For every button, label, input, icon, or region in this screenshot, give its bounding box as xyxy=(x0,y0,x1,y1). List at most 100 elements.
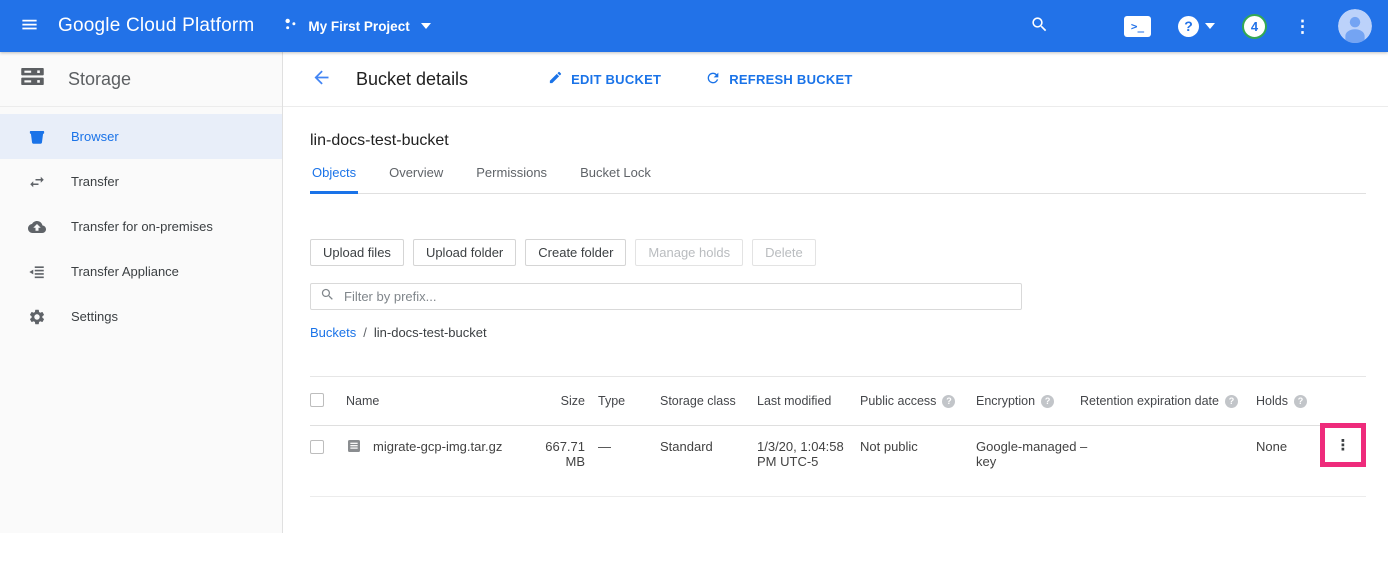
sidebar-item-browser[interactable]: Browser xyxy=(0,114,282,159)
search-button[interactable] xyxy=(1030,15,1049,37)
project-name: My First Project xyxy=(308,19,409,34)
sidebar-item-label: Settings xyxy=(71,309,118,324)
sidebar-item-label: Browser xyxy=(71,129,119,144)
object-encryption: Google-managed key xyxy=(976,439,1080,469)
tab-overview[interactable]: Overview xyxy=(387,165,445,194)
page-title: Bucket details xyxy=(356,69,468,90)
gcp-console: Google Cloud Platform My First Project >… xyxy=(0,0,1388,579)
bucket-icon xyxy=(28,128,46,146)
brand-logo[interactable]: Google Cloud Platform xyxy=(58,15,254,37)
column-retention: Retention expiration date ? xyxy=(1080,394,1256,408)
refresh-bucket-button[interactable]: REFRESH BUCKET xyxy=(705,70,852,89)
tab-bucket-lock[interactable]: Bucket Lock xyxy=(578,165,653,194)
bucket-name: lin-docs-test-bucket xyxy=(310,132,1366,150)
chevron-down-icon xyxy=(421,23,431,29)
filter-bar xyxy=(310,283,1022,310)
overflow-menu-button[interactable]: ⋮ xyxy=(1294,18,1311,35)
table-row: migrate-gcp-img.tar.gz 667.71 MB — Stand… xyxy=(310,426,1366,497)
object-last-modified: 1/3/20, 1:04:58 PM UTC-5 xyxy=(756,439,860,469)
sidebar-header: Storage xyxy=(0,52,282,107)
back-arrow-icon xyxy=(311,67,332,91)
object-public-access: Not public xyxy=(860,439,976,454)
cloud-shell-button[interactable]: >_ xyxy=(1124,16,1151,37)
page-header-actions: EDIT BUCKET REFRESH BUCKET xyxy=(548,70,853,89)
breadcrumb-buckets-link[interactable]: Buckets xyxy=(310,325,356,340)
bucket-tabs: Objects Overview Permissions Bucket Lock xyxy=(310,165,1366,194)
notification-badge: 4 xyxy=(1242,14,1267,39)
breadcrumb: Buckets / lin-docs-test-bucket xyxy=(310,325,1366,340)
sidebar-item-label: Transfer Appliance xyxy=(71,264,179,279)
column-type: Type xyxy=(585,394,651,408)
objects-table: Name Size Type Storage class Last modifi… xyxy=(310,376,1366,497)
sidebar-nav: Browser Transfer Transfer for on-premise… xyxy=(0,107,282,339)
column-public-access: Public access ? xyxy=(860,394,976,408)
row-overflow-menu-button[interactable]: ⋮ xyxy=(1336,438,1351,453)
column-last-modified: Last modified xyxy=(756,394,860,408)
cloud-shell-icon: >_ xyxy=(1124,16,1151,37)
delete-button[interactable]: Delete xyxy=(752,239,816,266)
menu-button[interactable] xyxy=(0,15,58,37)
sidebar-item-transfer-appliance[interactable]: Transfer Appliance xyxy=(0,249,282,294)
main-content: Bucket details EDIT BUCKET REFRESH BUCKE… xyxy=(283,52,1388,579)
help-icon[interactable]: ? xyxy=(1225,395,1238,408)
tab-objects[interactable]: Objects xyxy=(310,165,358,194)
help-icon[interactable]: ? xyxy=(942,395,955,408)
sidebar-title: Storage xyxy=(68,69,131,90)
filter-prefix-input[interactable] xyxy=(344,289,1012,304)
refresh-bucket-label: REFRESH BUCKET xyxy=(729,72,852,87)
create-folder-button[interactable]: Create folder xyxy=(525,239,626,266)
help-icon[interactable]: ? xyxy=(1294,395,1307,408)
swap-arrows-icon xyxy=(28,173,46,191)
sidebar-item-settings[interactable]: Settings xyxy=(0,294,282,339)
column-public-access-label: Public access xyxy=(860,394,936,408)
help-icon: ? xyxy=(1178,16,1199,37)
chevron-down-icon xyxy=(1205,23,1215,29)
storage-product-icon xyxy=(19,63,46,95)
object-type: — xyxy=(585,439,651,454)
notifications-button[interactable]: 4 xyxy=(1242,14,1267,39)
upload-files-button[interactable]: Upload files xyxy=(310,239,404,266)
edit-bucket-label: EDIT BUCKET xyxy=(571,72,661,87)
annotation-highlight-box: ⋮ xyxy=(1320,423,1366,467)
edit-bucket-button[interactable]: EDIT BUCKET xyxy=(548,70,661,89)
search-icon xyxy=(320,287,335,307)
refresh-icon xyxy=(705,70,721,89)
column-holds: Holds ? xyxy=(1256,394,1320,408)
manage-holds-button[interactable]: Manage holds xyxy=(635,239,743,266)
column-encryption: Encryption ? xyxy=(976,394,1080,408)
hamburger-icon xyxy=(20,15,39,37)
page-header: Bucket details EDIT BUCKET REFRESH BUCKE… xyxy=(283,52,1388,107)
object-name[interactable]: migrate-gcp-img.tar.gz xyxy=(373,439,502,454)
sidebar: Storage Browser Transfer xyxy=(0,52,283,533)
bucket-details: lin-docs-test-bucket Objects Overview Pe… xyxy=(283,107,1388,497)
sidebar-item-transfer[interactable]: Transfer xyxy=(0,159,282,204)
object-retention: – xyxy=(1080,439,1256,454)
gear-icon xyxy=(28,308,46,326)
sidebar-item-transfer-on-premises[interactable]: Transfer for on-premises xyxy=(0,204,282,249)
topbar: Google Cloud Platform My First Project >… xyxy=(0,0,1388,52)
back-button[interactable] xyxy=(311,67,332,91)
sidebar-item-label: Transfer for on-premises xyxy=(71,219,213,234)
topbar-actions: >_ ? 4 ⋮ xyxy=(1030,9,1388,43)
object-holds: None xyxy=(1256,439,1320,454)
avatar[interactable] xyxy=(1338,9,1372,43)
breadcrumb-separator: / xyxy=(363,325,367,340)
tab-permissions[interactable]: Permissions xyxy=(474,165,549,194)
column-encryption-label: Encryption xyxy=(976,394,1035,408)
cloud-upload-icon xyxy=(28,218,46,236)
object-size: 667.71 MB xyxy=(528,439,585,469)
search-icon xyxy=(1030,15,1049,37)
column-name: Name xyxy=(346,394,528,408)
project-icon xyxy=(282,16,299,36)
row-checkbox[interactable] xyxy=(310,440,324,454)
upload-folder-button[interactable]: Upload folder xyxy=(413,239,516,266)
app-shell: Storage Browser Transfer xyxy=(0,52,1388,579)
breadcrumb-current: lin-docs-test-bucket xyxy=(374,325,487,340)
select-all-checkbox[interactable] xyxy=(310,393,324,407)
column-storage-class: Storage class xyxy=(651,394,756,408)
column-size: Size xyxy=(528,394,585,408)
help-button[interactable]: ? xyxy=(1178,16,1215,37)
help-icon[interactable]: ? xyxy=(1041,395,1054,408)
appliance-lines-icon xyxy=(28,263,46,281)
project-switcher[interactable]: My First Project xyxy=(282,16,430,36)
